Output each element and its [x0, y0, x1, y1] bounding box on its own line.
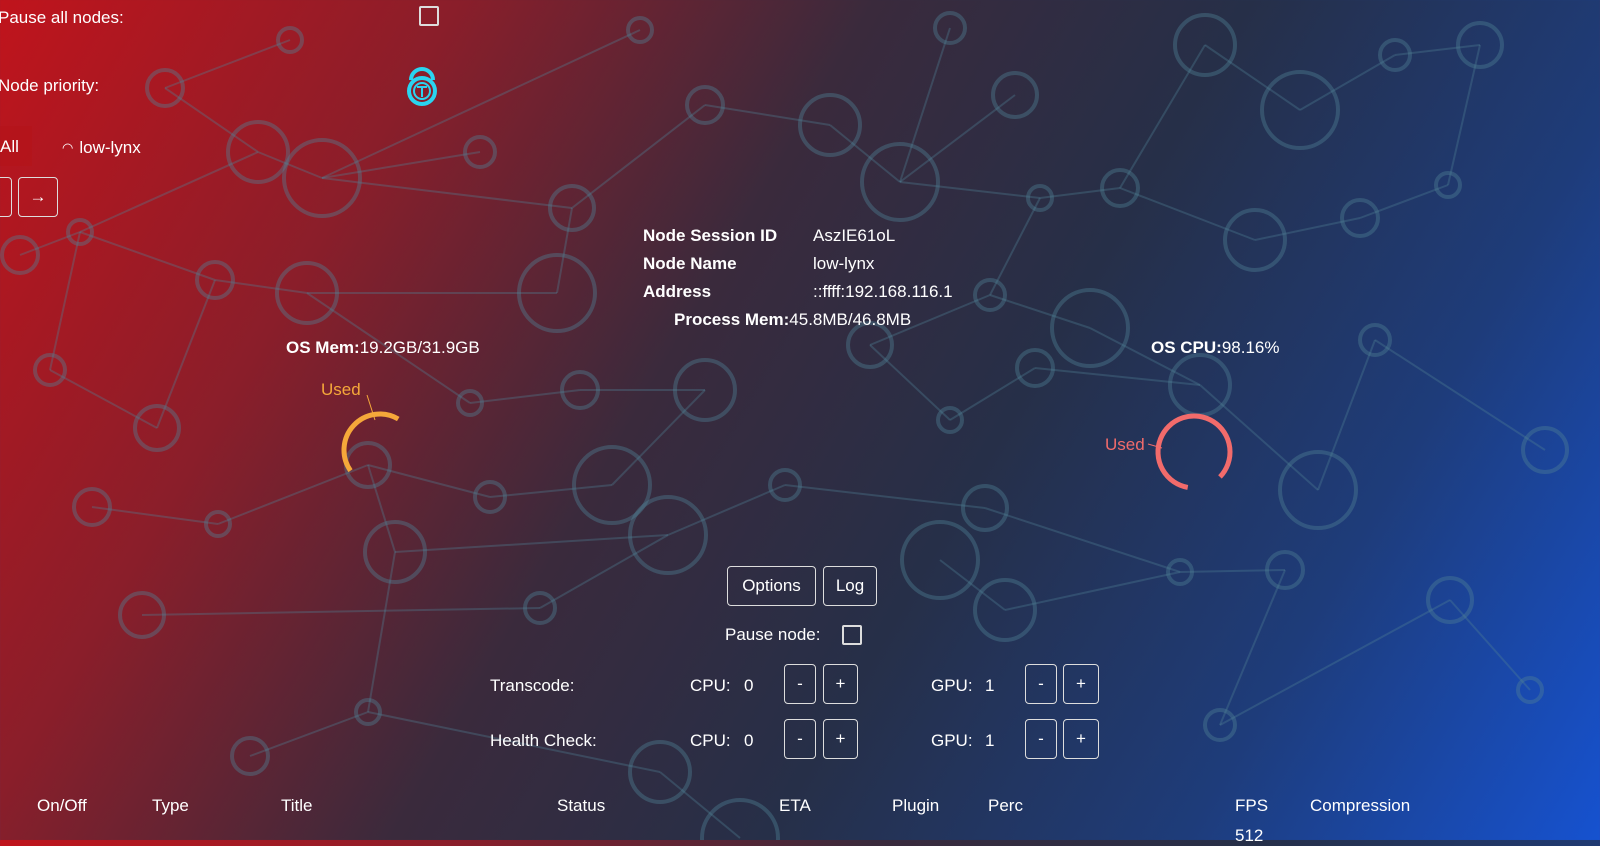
network-edge	[49, 369, 158, 429]
network-edge	[164, 39, 291, 89]
network-edge	[49, 231, 81, 371]
mem-gauge	[341, 394, 400, 473]
priority-lock-icon[interactable]	[402, 64, 442, 108]
session-id-label: Node Session ID	[643, 226, 778, 245]
address-value: ::ffff:192.168.116.1	[813, 282, 953, 301]
os-cpu-value: 98.16%	[1221, 338, 1280, 357]
network-edge	[539, 534, 669, 609]
session-id-value: AszIE61oL	[813, 226, 896, 245]
col-fps: FPS	[1235, 796, 1269, 815]
pause-all-checkbox[interactable]	[419, 6, 439, 26]
network-edge	[141, 607, 541, 616]
tab-low-lynx-label: low-lynx	[79, 138, 141, 157]
col-on-off: On/Off	[37, 796, 87, 815]
col-plugin: Plugin	[892, 796, 940, 815]
health-gpu-plus-button[interactable]: +	[1063, 719, 1099, 759]
os-mem-label: OS Mem:	[286, 338, 360, 357]
signal-icon: ◠	[62, 140, 74, 155]
col-status: Status	[557, 796, 606, 815]
pause-node-checkbox[interactable]	[842, 625, 862, 645]
network-edge	[1179, 569, 1286, 573]
col-eta: ETA	[779, 796, 811, 815]
health-gpu-value: 1	[985, 731, 995, 750]
col-compression: Compression	[1310, 796, 1411, 815]
network-edge	[1204, 44, 1301, 111]
fps-value: 512	[1235, 826, 1264, 845]
address-label: Address	[643, 282, 712, 301]
transcode-gpu-minus-button[interactable]: -	[1025, 664, 1057, 704]
network-edge	[19, 231, 81, 256]
network-edge	[367, 551, 396, 713]
tab-low-lynx[interactable]: ◠ low-lynx	[62, 138, 141, 158]
pause-all-label: Pause all nodes:	[0, 8, 124, 27]
network-background	[0, 11, 1569, 840]
network-edge	[1219, 599, 1451, 726]
transcode-label: Transcode:	[490, 676, 575, 695]
transcode-gpu-plus-button[interactable]: +	[1063, 664, 1099, 704]
network-node	[700, 798, 780, 840]
network-edge	[984, 507, 1181, 573]
health-cpu-plus-button[interactable]: +	[823, 719, 858, 759]
network-edge	[489, 484, 613, 498]
mem-gauge-arc	[341, 411, 400, 473]
pause-node-label: Pause node:	[725, 625, 821, 644]
network-edge	[611, 389, 706, 486]
health-gpu-label: GPU:	[931, 731, 973, 750]
transcode-cpu-label: CPU:	[690, 676, 731, 695]
network-edge	[79, 231, 216, 281]
col-title: Title	[281, 796, 313, 815]
cpu-gauge-arc	[1155, 413, 1233, 490]
network-edge	[899, 27, 951, 183]
network-edge	[1004, 571, 1181, 611]
network-edge	[899, 181, 1041, 199]
tab-all-label: All	[0, 137, 19, 156]
health-check-label: Health Check:	[490, 731, 597, 750]
prev-button[interactable]	[0, 177, 12, 217]
health-cpu-label: CPU:	[690, 731, 731, 750]
network-edge	[939, 559, 1006, 611]
health-gpu-minus-button[interactable]: -	[1025, 719, 1057, 759]
col-perc: Perc	[988, 796, 1023, 815]
network-edge	[556, 207, 573, 294]
network-edge	[1374, 339, 1546, 451]
log-button[interactable]: Log	[823, 566, 877, 606]
network-edge	[667, 484, 786, 536]
col-type: Type	[152, 796, 189, 815]
network-edge	[571, 104, 706, 209]
node-name-label: Node Name	[643, 254, 737, 273]
os-cpu-label: OS CPU:	[1151, 338, 1222, 357]
node-name-value: low-lynx	[813, 254, 875, 273]
options-button[interactable]: Options	[727, 566, 816, 606]
network-edge	[1449, 599, 1531, 691]
process-mem-label: Process Mem:	[674, 310, 790, 329]
transcode-gpu-value: 1	[985, 676, 995, 695]
node-info: Node Session ID AszIE61oL Node Name low-ly…	[643, 222, 953, 334]
node-priority-label: Node priority:	[0, 76, 100, 95]
network-edge	[321, 29, 641, 179]
network-edge	[869, 344, 951, 421]
process-mem-value: 45.8MB/46.8MB	[789, 310, 912, 329]
transcode-cpu-value: 0	[744, 676, 754, 695]
transcode-cpu-minus-button[interactable]: -	[784, 664, 816, 704]
network-edge	[1359, 184, 1449, 219]
cpu-gauge	[1147, 413, 1233, 490]
network-edge	[1219, 569, 1286, 726]
network-edge	[659, 771, 741, 839]
network-edge	[321, 151, 481, 179]
tab-all[interactable]: All	[0, 126, 32, 166]
network-edge	[1119, 44, 1206, 189]
health-cpu-value: 0	[744, 731, 754, 750]
transcode-gpu-label: GPU:	[931, 676, 973, 695]
next-arrow-button[interactable]: →	[18, 177, 58, 217]
network-edge	[1119, 187, 1256, 241]
health-cpu-minus-button[interactable]: -	[784, 719, 816, 759]
network-edge	[949, 367, 1036, 421]
network-edge	[784, 484, 986, 509]
os-mem-value: 19.2GB/31.9GB	[359, 338, 480, 357]
transcode-cpu-plus-button[interactable]: +	[823, 664, 858, 704]
network-edge	[394, 534, 669, 553]
